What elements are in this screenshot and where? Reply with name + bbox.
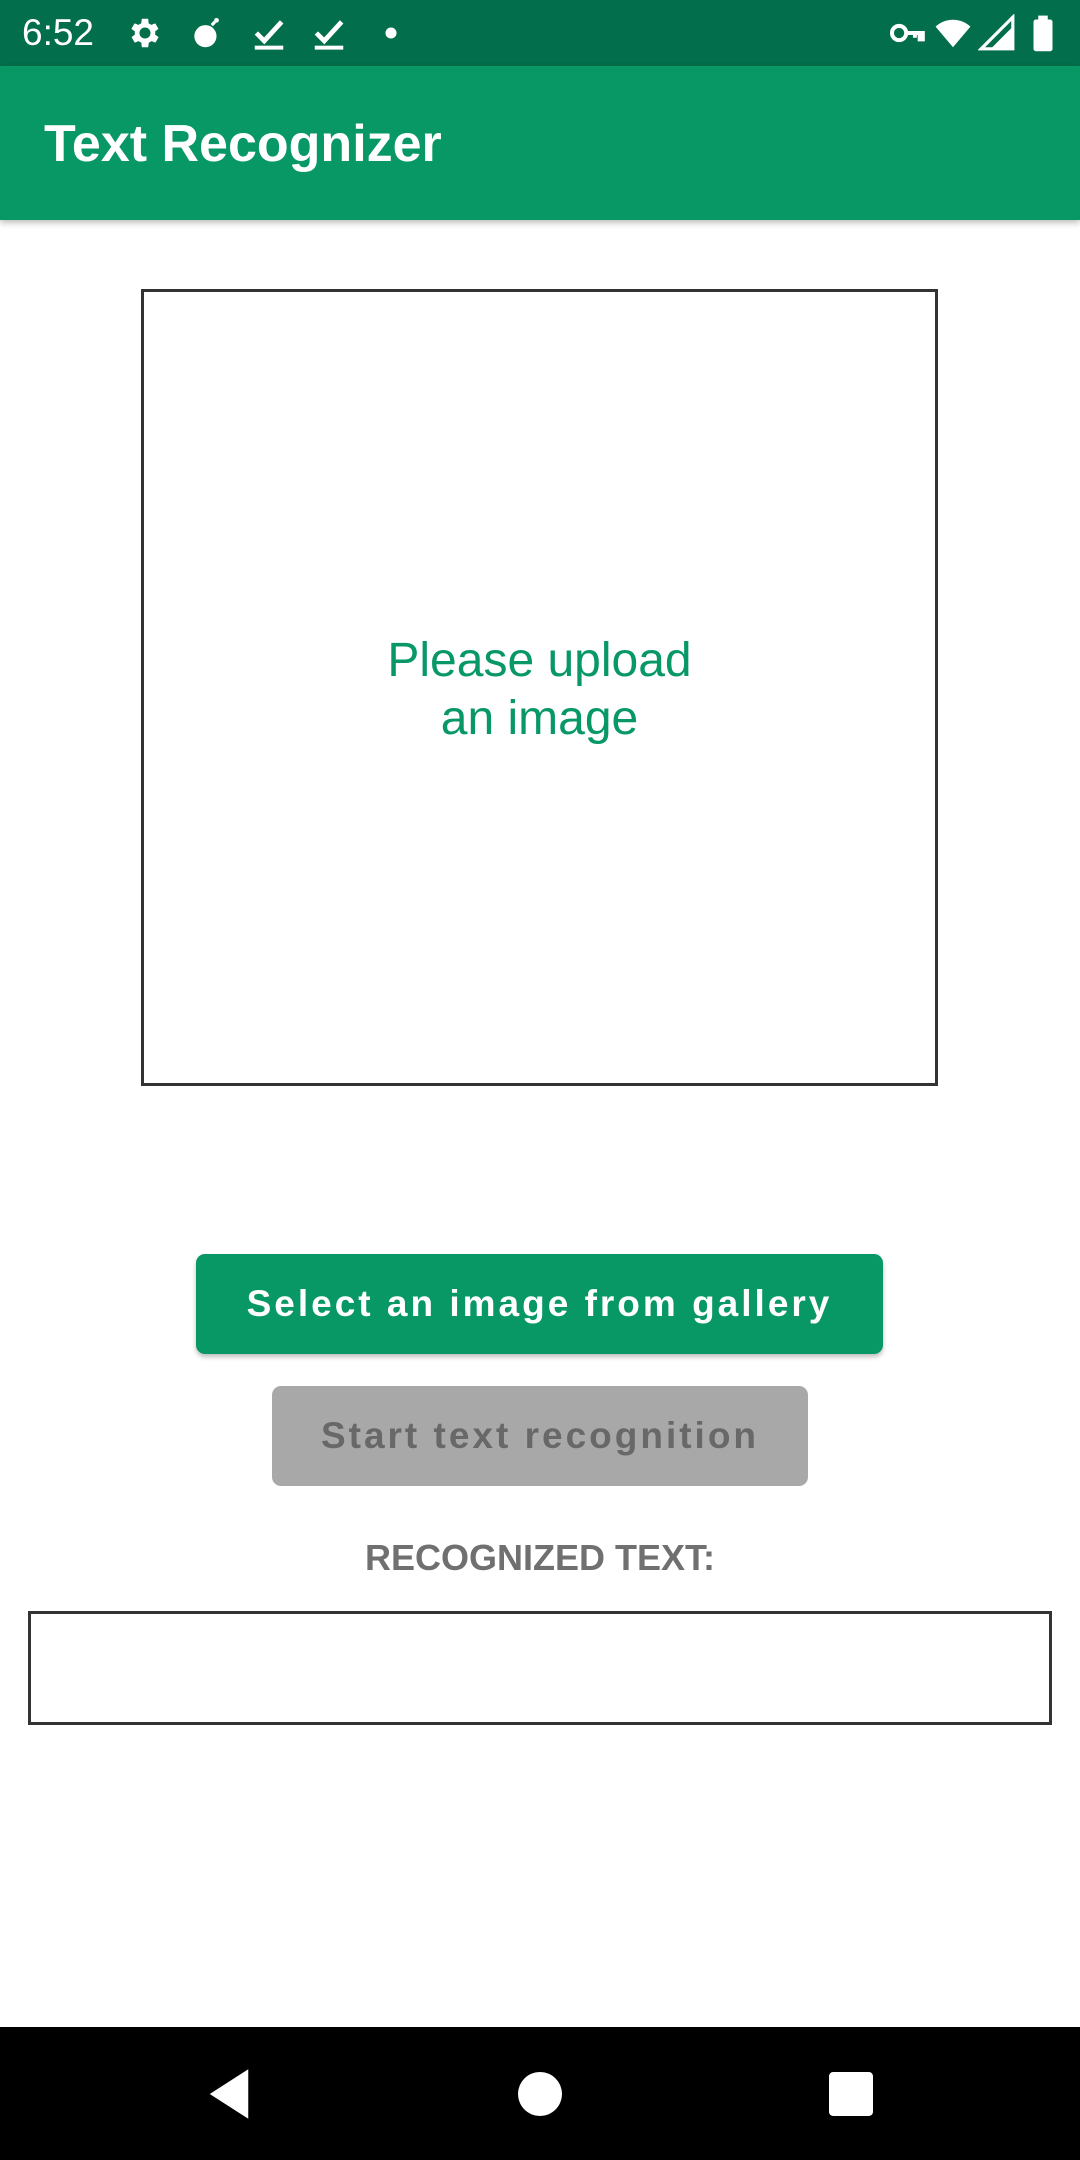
app-bar: Text Recognizer: [0, 66, 1080, 220]
wifi-icon: [934, 14, 972, 52]
placeholder-line-2: an image: [440, 692, 639, 745]
upload-placeholder: Please upload an image: [144, 632, 935, 748]
battery-icon: [1028, 14, 1058, 52]
navigation-bar: [0, 2027, 1080, 2160]
dot-icon: [372, 14, 410, 52]
download-done-icon: [310, 14, 348, 52]
placeholder-line-1: Please upload: [387, 634, 692, 687]
back-icon[interactable]: [196, 2061, 262, 2127]
cell-signal-icon: [978, 14, 1016, 52]
settings-icon: [126, 14, 164, 52]
recognized-text-label: RECOGNIZED TEXT:: [364, 1537, 715, 1578]
recents-icon[interactable]: [818, 2061, 884, 2127]
download-done-icon: [250, 14, 288, 52]
recognized-text-output: [28, 1611, 1052, 1725]
status-bar: 6:52: [0, 0, 1080, 66]
vpn-key-icon: [888, 14, 926, 52]
home-icon[interactable]: [507, 2061, 573, 2127]
bomb-icon: [188, 14, 226, 52]
app-title: Text Recognizer: [44, 115, 442, 173]
start-recognition-button[interactable]: Start text recognition: [272, 1386, 808, 1486]
image-preview: Please upload an image: [141, 289, 938, 1086]
select-image-button[interactable]: Select an image from gallery: [196, 1254, 883, 1354]
status-time: 6:52: [22, 12, 95, 53]
